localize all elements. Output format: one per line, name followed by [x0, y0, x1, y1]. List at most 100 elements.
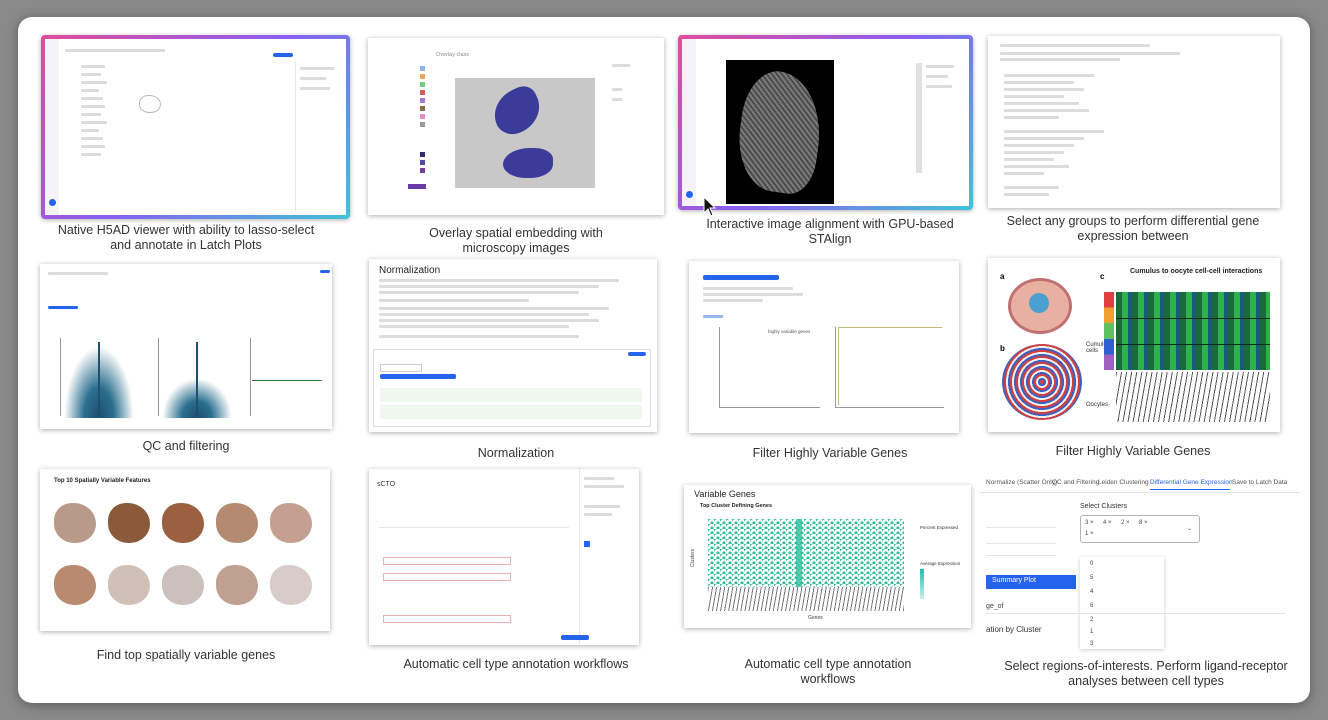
obs-list [81, 65, 111, 205]
cluster-option-1[interactable]: 1 [1090, 629, 1093, 635]
normalization-title: Normalization [379, 265, 441, 276]
caption-4: Select any groups to perform differentia… [1006, 214, 1260, 243]
cluster-option-3[interactable]: 3 [1090, 641, 1093, 647]
action-button[interactable] [273, 53, 293, 57]
submit-button[interactable] [561, 635, 589, 640]
annotation-workflow-thumbnail[interactable]: sCTO [369, 469, 639, 645]
tab-dge[interactable]: Differential Gene Expression [1150, 479, 1233, 486]
tissue-image [726, 60, 834, 204]
summary-plot-label: Summary Plot [992, 577, 1036, 584]
scrollbar[interactable] [916, 63, 922, 173]
field-2[interactable] [383, 573, 511, 581]
spatial-title: Top 10 Spatially Variable Features [54, 478, 151, 484]
gene-labels [1116, 372, 1270, 422]
qc-line-plot [246, 338, 326, 418]
varg-title: Variable Genes [694, 489, 756, 499]
cluster-selection-thumbnail[interactable]: Normalize (Scatter Only) QC and Filterin… [980, 471, 1300, 661]
field-1[interactable] [383, 557, 511, 565]
caption-2: Overlay spatial embedding with microscop… [429, 226, 603, 255]
caption-6: Normalization [477, 446, 555, 460]
summary-plot-button[interactable]: Summary Plot [986, 575, 1076, 589]
cluster-dropdown[interactable]: 0 5 4 6 2 1 3 [1080, 557, 1164, 649]
caption-7: Filter Highly Variable Genes [752, 446, 908, 460]
run-button[interactable] [320, 270, 330, 273]
microscopy-image [455, 78, 595, 188]
spatial-genes-thumbnail[interactable]: Top 10 Spatially Variable Features [40, 469, 330, 631]
oocytes-label: Oocytes [1086, 402, 1109, 408]
apply-button[interactable] [48, 306, 78, 309]
varg-subtitle: Top Cluster Defining Genes [700, 503, 773, 509]
caption-12: Select regions-of-interests. Perform lig… [1004, 659, 1288, 688]
overlay-title: Overlay class [436, 52, 470, 58]
chip-2: 2 × [1121, 520, 1130, 526]
hvg-scatter-thumbnail[interactable]: highly variable genes [689, 261, 959, 433]
qc-violin-1 [50, 338, 140, 418]
cumulus-heatmap-thumbnail[interactable]: a b Cumulus cells Oocytes c Cumulus to o… [988, 258, 1280, 432]
caption-9: Find top spatially variable genes [96, 648, 276, 662]
cluster-option-5[interactable]: 5 [1090, 575, 1093, 581]
avatar [49, 199, 56, 206]
h5ad-viewer-thumbnail[interactable] [41, 35, 350, 219]
varg-legend-1: Percent Expressed [920, 525, 959, 530]
caption-10: Automatic cell type annotation workflows [403, 657, 629, 671]
overlay-embedding-thumbnail[interactable]: Overlay class [368, 38, 664, 215]
overlay-controls [612, 64, 658, 124]
run-button[interactable] [628, 352, 646, 356]
chevron-down-icon[interactable]: ⌄ [1187, 525, 1192, 532]
by-cluster-label: ation by Cluster [986, 625, 1042, 634]
stalign-thumbnail[interactable] [678, 35, 973, 210]
chip-3: 3 × [1085, 520, 1094, 526]
tissue-embedding [139, 95, 161, 113]
normalization-form [373, 349, 651, 427]
tab-qc[interactable]: QC and Filtering [1052, 479, 1099, 486]
genes-of-label: ge_of [986, 603, 1004, 610]
normalize-button[interactable] [380, 374, 456, 379]
cluster-option-6[interactable]: 6 [1090, 603, 1093, 609]
hvg-plot-1: highly variable genes [719, 327, 820, 408]
heatmap-title: Cumulus to oocyte cell-cell interactions [1130, 268, 1263, 275]
tissue-grid [54, 503, 324, 623]
legend-list [378, 62, 428, 189]
chip-4: 4 × [1103, 520, 1112, 526]
spatial-plot [1002, 344, 1082, 420]
heatmap [1116, 292, 1270, 370]
cluster-option-0[interactable]: 0 [1090, 561, 1093, 567]
caption-1: Native H5AD viewer with ability to lasso… [57, 223, 315, 252]
qc-violin-2 [148, 338, 238, 418]
side-panel [579, 469, 639, 645]
method-select[interactable] [380, 364, 422, 372]
expression-colorbar [920, 569, 924, 599]
cluster-option-4[interactable]: 4 [1090, 589, 1093, 595]
normalization-thumbnail[interactable]: Normalization [369, 259, 657, 432]
label-c: c [1100, 272, 1105, 281]
dot-plot [708, 519, 904, 587]
mouse-cursor-icon [703, 196, 717, 217]
group-list [1004, 74, 1114, 204]
caption-3: Interactive image alignment with GPU-bas… [706, 217, 954, 246]
variable-genes-thumbnail[interactable]: Variable Genes Top Cluster Defining Gene… [684, 485, 971, 628]
select-clusters-label: Select Clusters [1080, 503, 1128, 510]
label-a: a [1000, 272, 1005, 281]
label-b: b [1000, 344, 1005, 353]
qc-filtering-thumbnail[interactable] [40, 264, 332, 429]
row-colorbar [1104, 292, 1114, 370]
tab-save[interactable]: Save to Latch Data [1232, 479, 1287, 486]
gene-axis [708, 587, 904, 611]
field-3[interactable] [383, 615, 511, 623]
filter-button[interactable] [703, 275, 779, 280]
cluster-multiselect[interactable]: 3 × 4 × 2 × 8 × 1 × ⌄ [1080, 515, 1200, 543]
dge-groups-thumbnail[interactable] [988, 36, 1280, 208]
hvg-plot-2 [835, 327, 944, 408]
caption-5: QC and filtering [142, 439, 230, 453]
chip-8: 8 × [1139, 520, 1148, 526]
tab-leiden[interactable]: Leiden Clustering [1098, 479, 1149, 486]
varg-ylabel: Clusters [690, 548, 697, 568]
gallery-panel: Native H5AD viewer with ability to lasso… [18, 17, 1310, 703]
chip-1: 1 × [1085, 531, 1094, 537]
varg-xlabel: Genes [808, 615, 823, 621]
avatar [686, 191, 693, 198]
cluster-option-2[interactable]: 2 [1090, 617, 1093, 623]
sidebar [45, 39, 59, 215]
tab-normalize[interactable]: Normalize (Scatter Only) [986, 479, 1057, 486]
annotation-panel [295, 61, 340, 211]
